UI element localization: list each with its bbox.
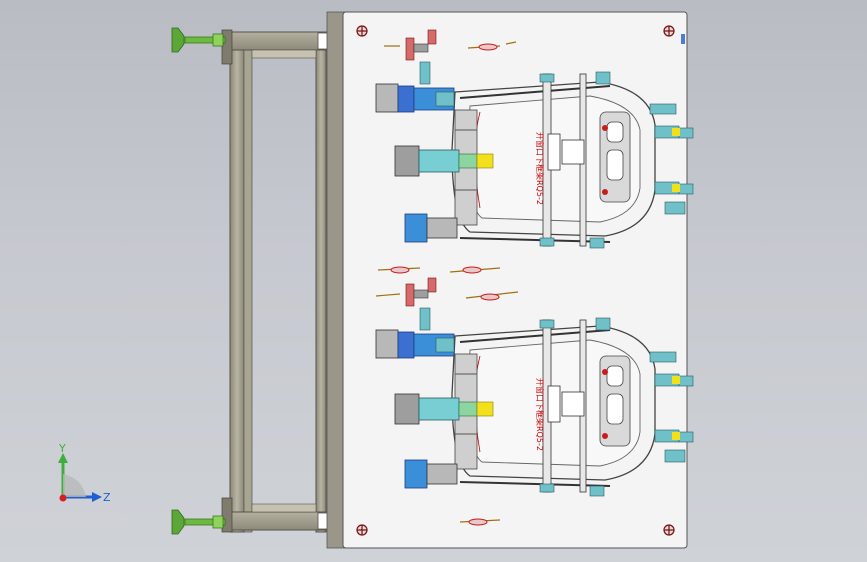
frame-rail-right [315,33,327,533]
leveling-foot-bottom [171,509,226,535]
frame-rail-inner [243,33,253,533]
frame-clamp-bottom [221,497,233,533]
coordinate-triad: Y Z [58,442,111,504]
frame-bottom-crossbar [229,511,331,531]
y-axis-label: Y [58,442,66,455]
cad-viewport[interactable]: 开窗口下框架RQ5-2 开窗口下框架RQ5-2 Y Z [0,0,867,562]
support-frame [221,29,333,533]
part-label-lower: 开窗口下框架RQ5-2 [535,378,545,451]
frame-clamp-top [221,29,233,65]
part-label-upper: 开窗口下框架RQ5-2 [535,132,545,205]
frame-bottom-crossbar-2 [251,503,317,513]
base-plate-edge [326,11,346,549]
frame-top-crossbar [229,31,331,51]
leveling-foot-top [171,27,226,53]
z-axis-label: Z [103,491,111,504]
x-axis-dot [59,494,67,502]
frame-rail-left [229,33,245,533]
frame-top-crossbar-2 [251,49,317,59]
blue-tag-mark [681,34,685,44]
